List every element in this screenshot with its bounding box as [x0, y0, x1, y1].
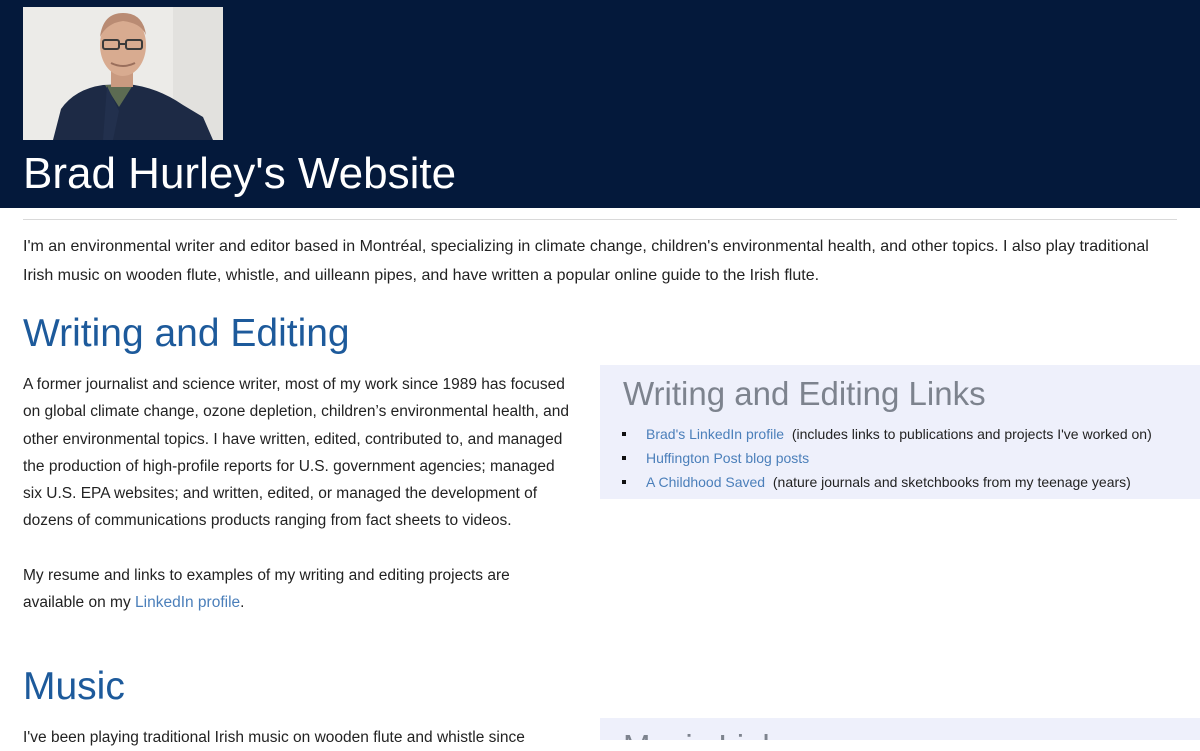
- intro-text: I'm an environmental writer and editor b…: [23, 238, 1149, 284]
- link-note: (nature journals and sketchbooks from my…: [772, 474, 1131, 490]
- childhood-saved-link[interactable]: A Childhood Saved: [646, 474, 765, 490]
- music-paragraph: I've been playing traditional Irish musi…: [23, 729, 525, 746]
- divider: [23, 219, 1177, 220]
- linkedin-profile-link[interactable]: LinkedIn profile: [135, 594, 240, 611]
- list-item: Brad's LinkedIn profile (includes links …: [622, 422, 1200, 446]
- portrait-image: [23, 7, 223, 140]
- writing-links-list: Brad's LinkedIn profile (includes links …: [600, 422, 1200, 504]
- linkedin-link[interactable]: Brad's LinkedIn profile: [646, 426, 784, 442]
- writing-links-box: Writing and Editing Links Brad's LinkedI…: [600, 365, 1200, 499]
- section-title-music: Music: [23, 665, 125, 708]
- huffington-post-link[interactable]: Huffington Post blog posts: [646, 450, 809, 466]
- music-links-title: Music Links: [600, 718, 1200, 740]
- resume-text: My resume and links to examples of my wr…: [23, 567, 510, 612]
- music-links-box: Music Links: [600, 718, 1200, 740]
- writing-body: A former journalist and science writer, …: [23, 371, 573, 617]
- portrait-photo: [23, 7, 223, 140]
- resume-period: .: [240, 594, 245, 612]
- writing-paragraph: A former journalist and science writer, …: [23, 376, 570, 530]
- list-item: Huffington Post blog posts: [622, 446, 1200, 470]
- site-title: Brad Hurley's Website: [23, 149, 457, 198]
- writing-links-title: Writing and Editing Links: [623, 375, 986, 412]
- site-header: Brad Hurley's Website: [0, 0, 1200, 208]
- link-note: (includes links to publications and proj…: [791, 426, 1152, 442]
- section-title-writing: Writing and Editing: [23, 312, 350, 355]
- resume-paragraph: My resume and links to examples of my wr…: [23, 562, 573, 617]
- music-body: I've been playing traditional Irish musi…: [23, 724, 573, 751]
- list-item: A Childhood Saved (nature journals and s…: [622, 470, 1200, 494]
